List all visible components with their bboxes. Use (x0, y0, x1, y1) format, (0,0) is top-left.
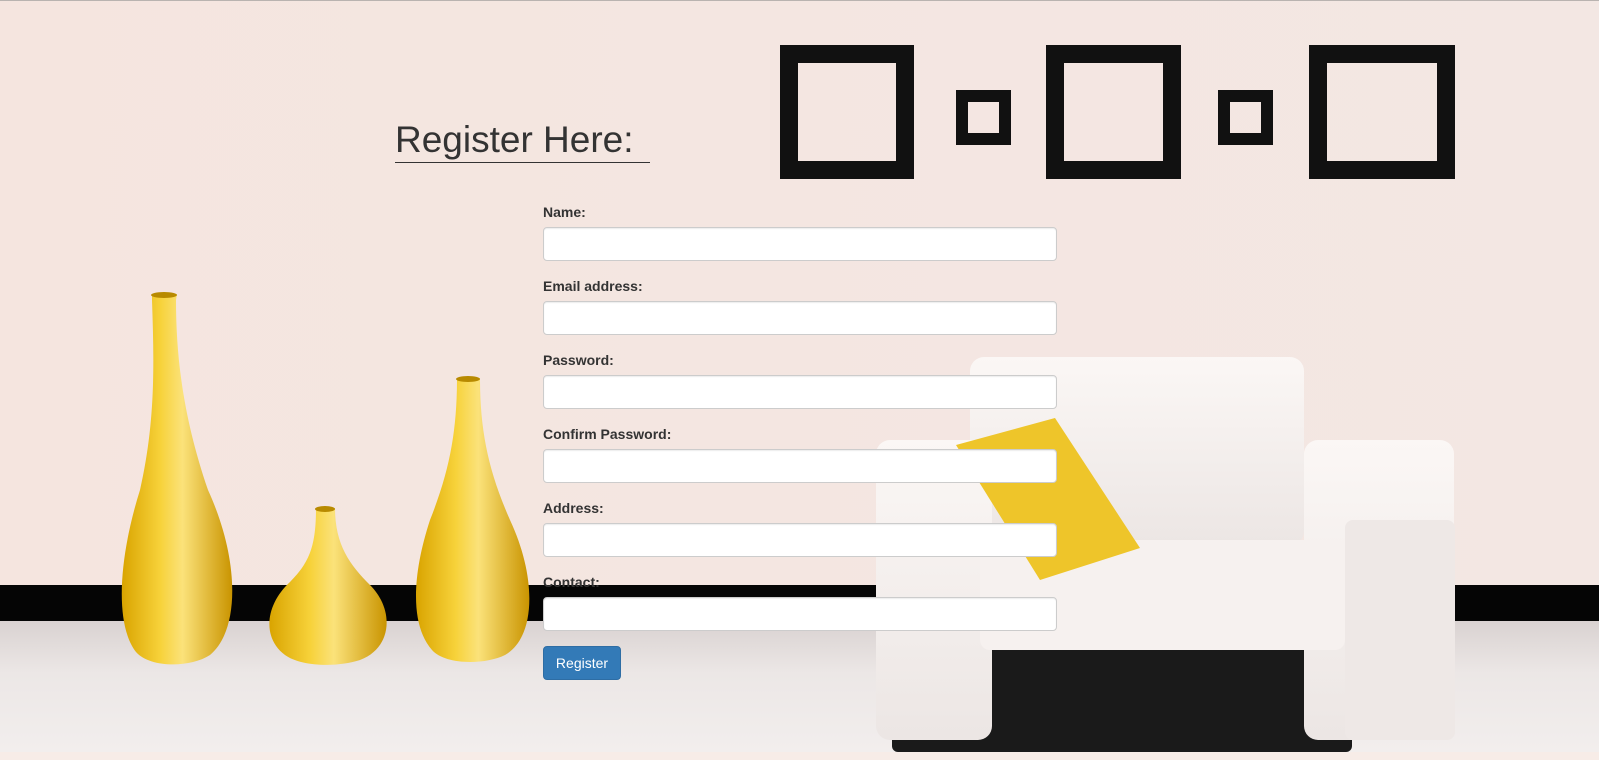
contact-field-group: Contact: (543, 573, 1058, 647)
register-form: Name: Email address: Password: Confirm P… (543, 203, 1058, 647)
address-input[interactable] (543, 523, 1057, 557)
contact-label: Contact: (543, 574, 600, 590)
name-input[interactable] (543, 227, 1057, 261)
address-field-group: Address: (543, 499, 1058, 573)
confirm-password-input[interactable] (543, 449, 1057, 483)
confirm-password-field-group: Confirm Password: (543, 425, 1058, 499)
email-label: Email address: (543, 278, 643, 294)
register-button[interactable]: Register (543, 646, 621, 680)
address-label: Address: (543, 500, 604, 516)
email-input[interactable] (543, 301, 1057, 335)
name-label: Name: (543, 204, 586, 220)
email-field-group: Email address: (543, 277, 1058, 351)
password-field-group: Password: (543, 351, 1058, 425)
password-input[interactable] (543, 375, 1057, 409)
register-page: Register Here: Name: Email address: Pass… (0, 0, 1599, 760)
wall-frames (780, 45, 1455, 179)
password-label: Password: (543, 352, 614, 368)
confirm-password-label: Confirm Password: (543, 426, 672, 442)
name-field-group: Name: (543, 203, 1058, 277)
contact-input[interactable] (543, 597, 1057, 631)
page-title: Register Here: (395, 118, 650, 163)
yellow-vases (121, 292, 530, 665)
